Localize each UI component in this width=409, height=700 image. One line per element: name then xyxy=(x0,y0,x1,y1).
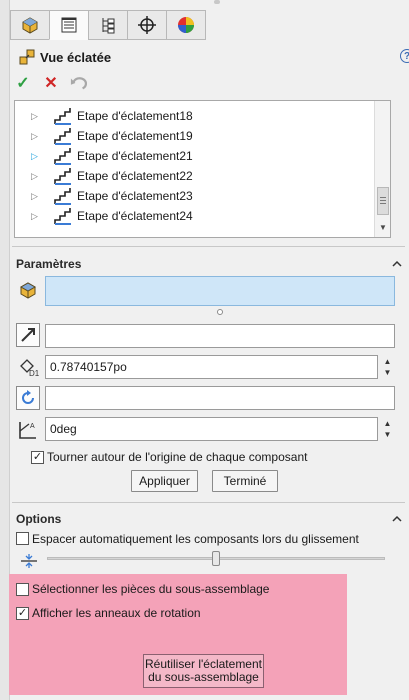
undo-button[interactable] xyxy=(70,74,88,92)
distance-icon: D1 xyxy=(20,359,39,378)
feature-manager-icon xyxy=(22,17,38,34)
components-selection-field[interactable] xyxy=(45,276,395,306)
show-rotation-rings-label: Afficher les anneaux de rotation xyxy=(32,606,201,620)
undo-icon xyxy=(70,77,88,90)
distance-input[interactable]: 0.78740157po xyxy=(45,355,378,379)
list-item[interactable]: ▷ Etape d'éclatement19 xyxy=(15,126,375,146)
distance-spinner[interactable]: ▲ ▼ xyxy=(380,355,395,379)
divider xyxy=(12,246,405,247)
list-scrollbar[interactable]: ▼ xyxy=(374,101,390,237)
spin-down-icon[interactable]: ▼ xyxy=(384,368,392,377)
show-rotation-rings-checkbox[interactable]: ✓ xyxy=(16,607,29,620)
resize-handle-dot[interactable] xyxy=(217,309,223,315)
tab-display-manager[interactable] xyxy=(166,10,206,40)
spin-up-icon[interactable]: ▲ xyxy=(384,419,392,428)
auto-space-label: Espacer automatiquement les composants l… xyxy=(32,532,359,546)
explode-step-icon xyxy=(54,208,71,225)
top-resize-handle[interactable] xyxy=(214,0,220,4)
list-item-label: Etape d'éclatement23 xyxy=(77,189,193,203)
checkmark-icon: ✓ xyxy=(17,607,28,619)
help-glyph: ? xyxy=(404,51,409,62)
help-icon[interactable]: ? xyxy=(400,49,409,63)
components-icon-wrap xyxy=(16,278,40,302)
scroll-down-icon[interactable]: ▼ xyxy=(379,223,387,232)
explode-steps-list[interactable]: ▷ Etape d'éclatement18 ▷ Etape d'éclatem… xyxy=(14,100,391,238)
svg-text:D1: D1 xyxy=(29,369,39,378)
angle-spinner[interactable]: ▲ ▼ xyxy=(380,417,395,441)
explode-step-icon xyxy=(54,188,71,205)
reuse-subassembly-explode-button[interactable]: Réutiliser l'éclatement du sous-assembla… xyxy=(143,654,264,688)
rotation-axis-button[interactable] xyxy=(16,386,40,410)
spacing-icon xyxy=(21,554,37,568)
options-header: Options xyxy=(16,512,62,526)
dimxpert-icon xyxy=(138,16,156,34)
select-subassembly-parts-label: Sélectionner les pièces du sous-assembla… xyxy=(32,582,270,596)
select-subassembly-parts-checkbox[interactable] xyxy=(16,583,29,596)
list-item[interactable]: ▷ Etape d'éclatement23 xyxy=(15,186,375,206)
action-bar: ✓ ✕ xyxy=(14,74,88,92)
parametres-header: Paramètres xyxy=(16,257,82,271)
collapse-chevron-icon[interactable] xyxy=(391,258,403,270)
list-item[interactable]: ▷ Etape d'éclatement24 xyxy=(15,206,375,226)
list-item-label: Etape d'éclatement24 xyxy=(77,209,193,223)
expand-arrow-icon[interactable]: ▷ xyxy=(31,171,43,182)
close-icon: ✕ xyxy=(44,75,58,92)
collapse-chevron-icon[interactable] xyxy=(391,513,403,525)
angle-icon: A xyxy=(19,422,36,439)
list-item-label: Etape d'éclatement22 xyxy=(77,169,193,183)
configuration-manager-icon xyxy=(102,18,115,34)
display-manager-icon xyxy=(178,17,194,33)
cancel-button[interactable]: ✕ xyxy=(42,74,60,92)
list-item-label: Etape d'éclatement19 xyxy=(77,129,193,143)
list-item-label: Etape d'éclatement18 xyxy=(77,109,193,123)
rotation-axis-field[interactable] xyxy=(45,386,395,410)
explode-step-icon xyxy=(54,168,71,185)
rotate-origin-label: Tourner autour de l'origine de chaque co… xyxy=(47,450,308,464)
property-manager-icon xyxy=(61,17,77,33)
spin-up-icon[interactable]: ▲ xyxy=(384,357,392,366)
expand-arrow-icon[interactable]: ▷ xyxy=(31,131,43,142)
panel-title-row: Vue éclatée xyxy=(18,47,111,67)
expand-arrow-icon[interactable]: ▷ xyxy=(31,191,43,202)
list-item[interactable]: ▷ Etape d'éclatement21 xyxy=(15,146,375,166)
expand-arrow-icon[interactable]: ▷ xyxy=(31,151,43,162)
rotate-origin-checkbox[interactable]: ✓ xyxy=(31,451,44,464)
explode-step-icon xyxy=(54,108,71,125)
check-icon: ✓ xyxy=(16,75,30,92)
scrollbar-thumb[interactable] xyxy=(377,187,389,215)
component-icon xyxy=(19,282,37,299)
explode-step-icon xyxy=(54,148,71,165)
list-item[interactable]: ▷ Etape d'éclatement18 xyxy=(15,106,375,126)
expand-arrow-icon[interactable]: ▷ xyxy=(31,211,43,222)
rotate-icon xyxy=(22,390,34,404)
done-button[interactable]: Terminé xyxy=(212,470,278,492)
spacing-slider-thumb[interactable] xyxy=(212,551,220,566)
exploded-view-icon xyxy=(19,49,35,65)
direction-button[interactable] xyxy=(16,323,40,347)
tab-configuration-manager[interactable] xyxy=(88,10,128,40)
divider xyxy=(12,502,405,503)
ok-button[interactable]: ✓ xyxy=(14,74,32,92)
svg-text:A: A xyxy=(30,423,35,430)
tab-property-manager[interactable] xyxy=(49,10,89,40)
list-item-label: Etape d'éclatement21 xyxy=(77,149,193,163)
distance-icon-wrap: D1 xyxy=(16,355,40,379)
direction-arrow-icon xyxy=(21,328,35,342)
apply-button[interactable]: Appliquer xyxy=(131,470,198,492)
tab-dimxpert[interactable] xyxy=(127,10,167,40)
angle-input[interactable]: 0deg xyxy=(45,417,378,441)
auto-space-checkbox[interactable] xyxy=(16,532,29,545)
page-title: Vue éclatée xyxy=(40,49,112,65)
angle-icon-wrap: A xyxy=(16,418,40,442)
tab-feature-manager[interactable] xyxy=(10,10,50,40)
expand-arrow-icon[interactable]: ▷ xyxy=(31,111,43,122)
spin-down-icon[interactable]: ▼ xyxy=(384,430,392,439)
reuse-explode-label-line2: du sous-assemblage xyxy=(148,670,259,684)
explode-step-icon xyxy=(54,128,71,145)
manager-tabs xyxy=(10,10,206,40)
list-item[interactable]: ▷ Etape d'éclatement22 xyxy=(15,166,375,186)
direction-field[interactable] xyxy=(45,324,395,348)
checkmark-icon: ✓ xyxy=(32,451,43,463)
